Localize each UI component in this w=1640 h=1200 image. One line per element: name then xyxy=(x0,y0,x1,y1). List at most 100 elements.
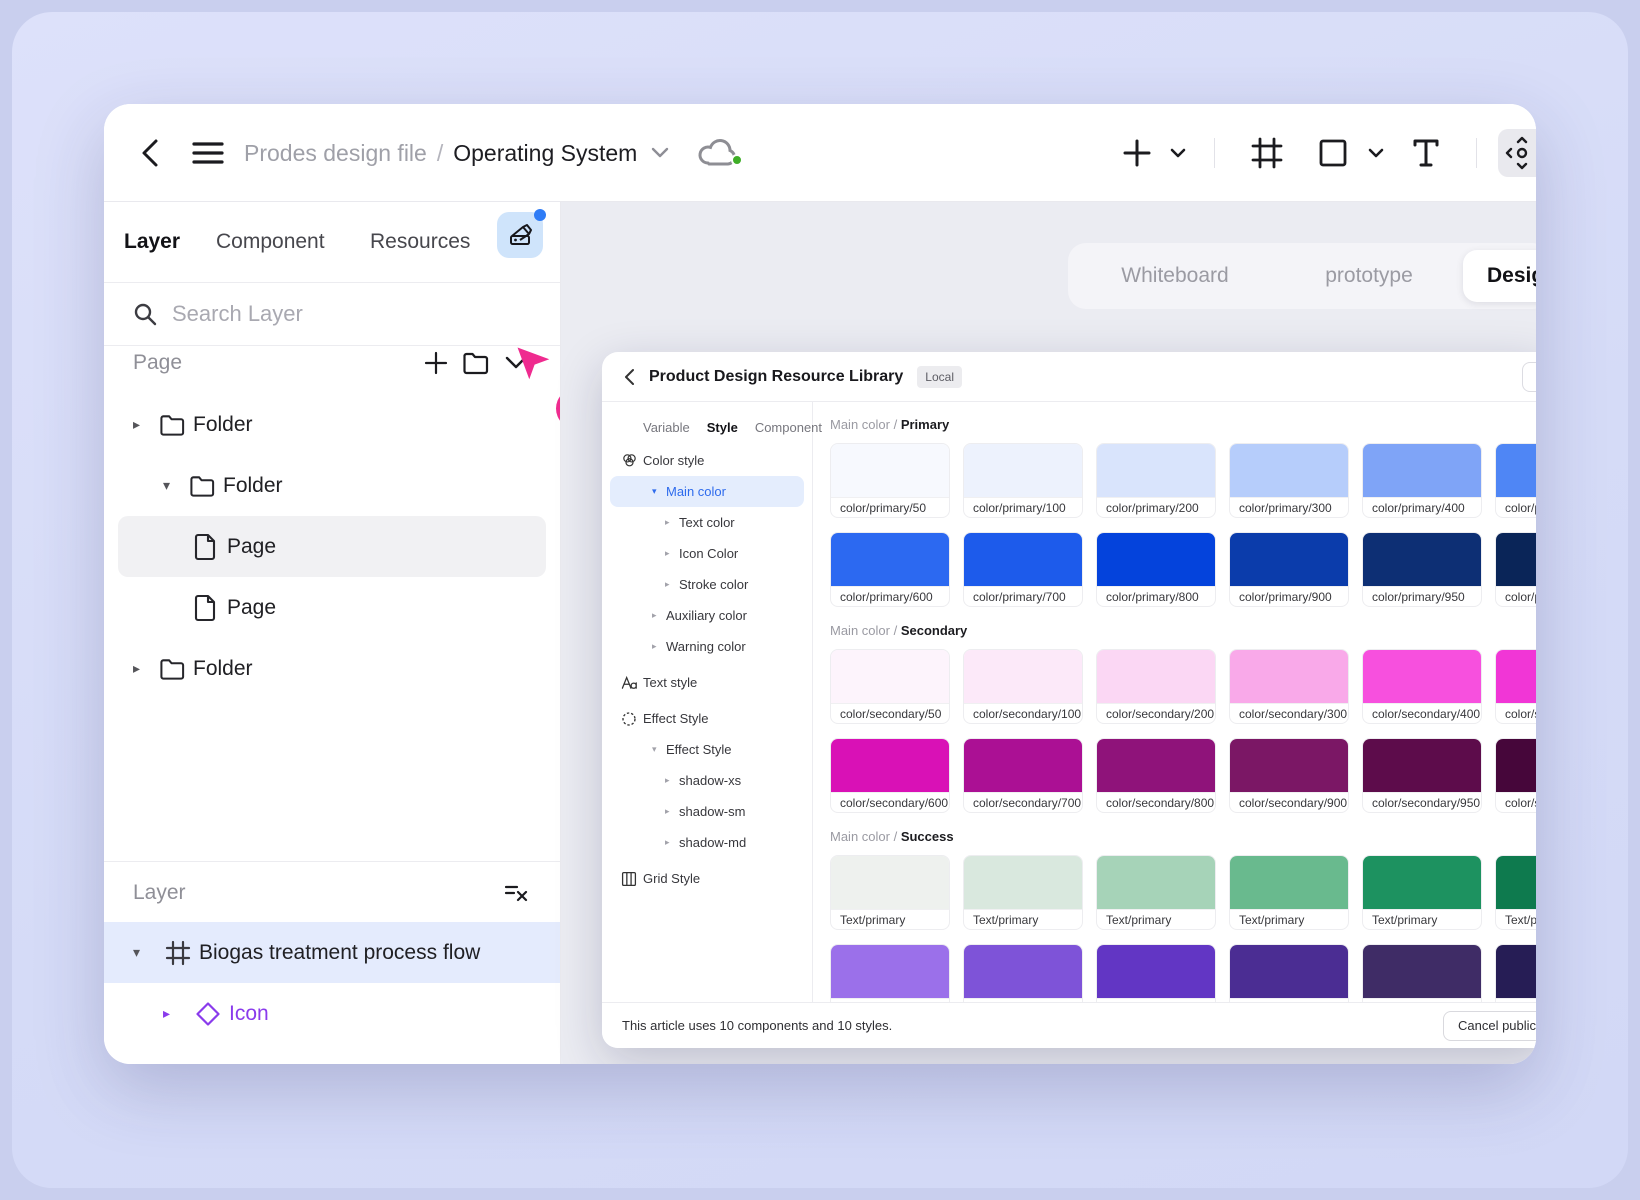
color-style-card[interactable]: color/secondary/100 xyxy=(963,649,1083,724)
color-style-card[interactable]: color/secondary/700 xyxy=(963,738,1083,813)
layer-item-icon[interactable]: ▸Icon xyxy=(104,983,560,1044)
color-style-card[interactable]: color/secondary/200 xyxy=(1096,649,1216,724)
add-page-icon[interactable] xyxy=(416,343,456,383)
sidebar-tab-component[interactable]: Component xyxy=(216,230,325,254)
sidebar-tab-resources[interactable]: Resources xyxy=(370,230,470,254)
page-item-folder[interactable]: ▸Folder xyxy=(118,638,546,699)
shape-tool-icon[interactable] xyxy=(1311,104,1355,202)
frame-tool-icon[interactable] xyxy=(1245,104,1289,202)
chevron-down-icon[interactable] xyxy=(651,147,669,159)
caret-right-icon[interactable]: ▸ xyxy=(133,660,159,677)
modal-tab-component[interactable]: Component xyxy=(755,420,822,435)
breadcrumb[interactable]: Prodes design file / Operating System xyxy=(244,104,739,202)
color-style-card[interactable]: Text/primary xyxy=(1229,855,1349,930)
style-nav-shadow-sm[interactable]: ▸shadow-sm xyxy=(610,796,804,827)
style-nav-shadow-xs[interactable]: ▸shadow-xs xyxy=(610,765,804,796)
color-style-card[interactable]: color/primary/50 xyxy=(830,443,950,518)
color-style-card[interactable]: color/primary/200 xyxy=(1096,443,1216,518)
mode-tab-whiteboard[interactable]: Whiteboard xyxy=(1075,250,1275,302)
layer-tree: ▾Biogas treatment process flow▸IconRecta… xyxy=(104,922,560,1064)
clipped-header-button[interactable] xyxy=(1522,362,1536,392)
shape-tool-chevron-icon[interactable] xyxy=(1362,104,1390,202)
style-nav-label: Stroke color xyxy=(679,577,748,592)
search-input[interactable] xyxy=(172,301,492,327)
add-folder-icon[interactable] xyxy=(456,343,496,383)
page-item-page[interactable]: Page xyxy=(118,516,546,577)
color-style-card[interactable]: color/p xyxy=(1495,532,1536,607)
color-style-card[interactable]: color/primary/900 xyxy=(1229,532,1349,607)
color-style-card[interactable]: Text/primary xyxy=(1096,855,1216,930)
style-nav-stroke-color[interactable]: ▸Stroke color xyxy=(610,569,804,600)
style-nav-text-style[interactable]: Text style xyxy=(610,667,804,698)
color-style-card[interactable]: color/primary/600 xyxy=(830,532,950,607)
color-style-card[interactable] xyxy=(1495,944,1536,1002)
style-nav-effect-style[interactable]: ▾Effect Style xyxy=(610,734,804,765)
page-item-folder[interactable]: ▾Folder xyxy=(118,455,546,516)
color-style-card[interactable]: color/primary/100 xyxy=(963,443,1083,518)
modal-tab-variable[interactable]: Variable xyxy=(643,420,690,435)
color-style-card[interactable]: color/secondary/400 xyxy=(1362,649,1482,724)
page-item-folder[interactable]: ▸Folder xyxy=(118,394,546,455)
style-nav-label: Text color xyxy=(679,515,735,530)
menu-icon[interactable] xyxy=(184,104,232,202)
layer-item-rectangle[interactable]: Rectangle xyxy=(104,1044,560,1064)
add-tool-icon[interactable] xyxy=(1117,104,1157,202)
color-style-card[interactable] xyxy=(1229,944,1349,1002)
mode-tab-design[interactable]: Design xyxy=(1463,250,1536,302)
color-style-card[interactable]: color/secondary/800 xyxy=(1096,738,1216,813)
modal-back-icon[interactable] xyxy=(624,368,635,386)
style-nav-color-style[interactable]: Color style xyxy=(610,445,804,476)
color-style-card[interactable]: color/secondary/950 xyxy=(1362,738,1482,813)
color-swatch xyxy=(1363,650,1481,703)
color-style-card[interactable]: color/s xyxy=(1495,738,1536,813)
color-style-card[interactable]: color/secondary/900 xyxy=(1229,738,1349,813)
caret-down-icon[interactable]: ▾ xyxy=(133,944,165,961)
text-tool-icon[interactable] xyxy=(1404,104,1448,202)
color-style-card[interactable]: Text/primary xyxy=(963,855,1083,930)
style-nav-auxiliary-color[interactable]: ▸Auxiliary color xyxy=(610,600,804,631)
caret-right-icon[interactable]: ▸ xyxy=(163,1005,195,1022)
color-style-card[interactable]: color/secondary/600 xyxy=(830,738,950,813)
caret-right-icon[interactable]: ▸ xyxy=(133,416,159,433)
modal-tab-style[interactable]: Style xyxy=(707,420,738,435)
style-nav-effect-style[interactable]: Effect Style xyxy=(610,703,804,734)
color-swatch xyxy=(1363,739,1481,792)
color-style-card[interactable] xyxy=(1362,944,1482,1002)
color-style-card[interactable]: Text/p xyxy=(1495,855,1536,930)
color-style-card[interactable]: Text/primary xyxy=(1362,855,1482,930)
color-style-card[interactable] xyxy=(1096,944,1216,1002)
color-style-card[interactable]: color/primary/950 xyxy=(1362,532,1482,607)
sidebar-tab-layer[interactable]: Layer xyxy=(124,230,180,254)
collapse-layers-icon[interactable] xyxy=(496,873,536,913)
back-icon[interactable] xyxy=(130,104,170,202)
style-nav-main-color[interactable]: ▾Main color xyxy=(610,476,804,507)
color-style-card[interactable] xyxy=(963,944,1083,1002)
layer-item-biogas-treatment-process-flow[interactable]: ▾Biogas treatment process flow xyxy=(104,922,560,983)
color-style-card[interactable]: color/primary/400 xyxy=(1362,443,1482,518)
color-style-card[interactable]: color/primary/300 xyxy=(1229,443,1349,518)
color-style-card[interactable]: color/secondary/300 xyxy=(1229,649,1349,724)
add-tool-chevron-icon[interactable] xyxy=(1164,104,1192,202)
collapse-pages-chevron-icon[interactable] xyxy=(496,343,536,383)
style-nav-grid-style[interactable]: Grid Style xyxy=(610,863,804,894)
swatch-label: color/primary/800 xyxy=(1097,586,1215,607)
caret-down-icon[interactable]: ▾ xyxy=(163,477,189,494)
cancel-publication-button[interactable]: Cancel publicat xyxy=(1443,1011,1536,1041)
component-swap-tool-icon[interactable] xyxy=(1496,104,1536,202)
color-swatch xyxy=(1496,945,1536,998)
style-nav-warning-color[interactable]: ▸Warning color xyxy=(610,631,804,662)
resource-library-button[interactable] xyxy=(497,212,543,258)
color-style-card[interactable]: color/primary/700 xyxy=(963,532,1083,607)
caret-down-icon: ▾ xyxy=(652,486,666,497)
color-style-card[interactable]: color/secondary/50 xyxy=(830,649,950,724)
color-style-card[interactable]: color/s xyxy=(1495,649,1536,724)
color-style-card[interactable]: color/p xyxy=(1495,443,1536,518)
style-nav-icon-color[interactable]: ▸Icon Color xyxy=(610,538,804,569)
color-style-card[interactable] xyxy=(830,944,950,1002)
page-item-page[interactable]: Page xyxy=(118,577,546,638)
style-nav-text-color[interactable]: ▸Text color xyxy=(610,507,804,538)
color-style-card[interactable]: Text/primary xyxy=(830,855,950,930)
style-nav-shadow-md[interactable]: ▸shadow-md xyxy=(610,827,804,858)
mode-tab-prototype[interactable]: prototype xyxy=(1275,250,1463,302)
color-style-card[interactable]: color/primary/800 xyxy=(1096,532,1216,607)
